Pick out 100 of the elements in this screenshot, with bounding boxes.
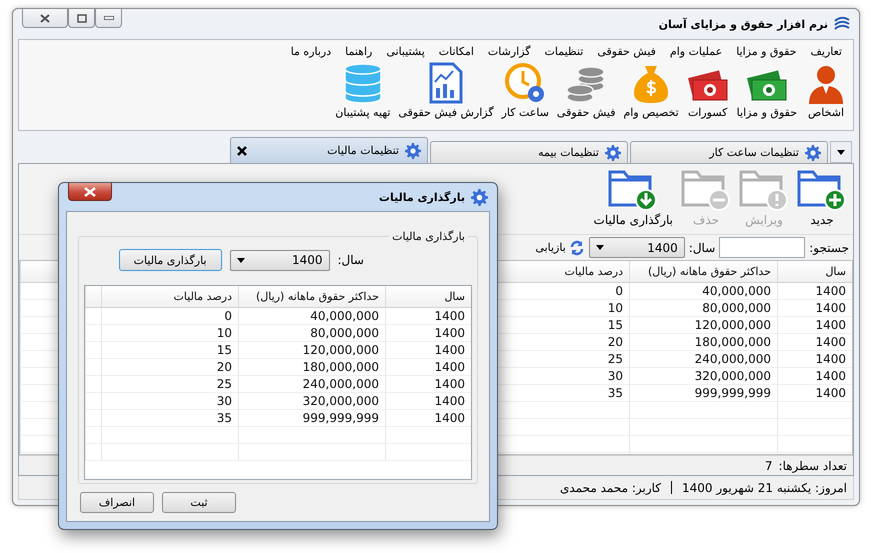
database-icon [342, 62, 384, 104]
search-field[interactable] [719, 237, 806, 258]
row-count-label: تعداد سطرها: [778, 458, 847, 472]
minimize-icon [104, 16, 114, 20]
table-cell: 1400 [777, 317, 852, 334]
table-cell: 1400 [777, 283, 852, 300]
toolbar-button[interactable]: کسورات [684, 62, 731, 119]
toolbar-button[interactable]: اشخاص [803, 62, 849, 119]
close-button[interactable] [68, 183, 112, 201]
dialog-button[interactable]: انصراف [80, 492, 154, 513]
tab[interactable]: تنظیمات مالیات [230, 137, 428, 163]
table-cell: 1400 [385, 359, 471, 376]
table-cell: 35 [101, 410, 238, 427]
menu-item[interactable]: حقوق و مزایا [729, 42, 804, 60]
table-cell: 320,000,000 [629, 368, 777, 385]
maximize-icon [76, 14, 86, 22]
table-cell: 15 [101, 342, 238, 359]
year-label: سال: [688, 240, 716, 254]
table-cell: 1400 [385, 342, 471, 359]
load-button[interactable]: بارگذاری مالیات [118, 249, 222, 271]
gear-icon [805, 144, 821, 160]
refresh-icon [568, 240, 585, 256]
row-count-value: 7 [764, 458, 773, 472]
close-icon [84, 186, 96, 196]
table-cell: 1400 [385, 376, 471, 393]
clock-icon [504, 62, 546, 104]
table-cell: 20 [101, 359, 238, 376]
table-cell: 25 [101, 376, 238, 393]
toolbar-button[interactable]: گزارش فیش حقوقی [396, 62, 496, 119]
menu-item[interactable]: عملیات وام [662, 42, 730, 60]
menu-item[interactable]: درباره ما [284, 42, 338, 60]
dialog-title: بارگذاری مالیات [378, 190, 465, 204]
column-header[interactable]: درصد مالیات [101, 286, 238, 308]
column-header [85, 286, 101, 308]
search-label: جستجو: [809, 240, 849, 254]
table-cell: 180,000,000 [629, 334, 777, 351]
column-header[interactable]: سال [385, 286, 471, 308]
caret-icon [837, 150, 845, 154]
toolbar-button[interactable]: فیش حقوقی [554, 62, 618, 119]
table-cell: 1400 [777, 334, 852, 351]
table-cell: 10 [101, 325, 238, 342]
refresh-button[interactable]: بازیابی [535, 240, 585, 256]
toolbar-button[interactable]: بارگذاری مالیات [592, 168, 675, 227]
tab[interactable]: تنظیمات ساعت کار [630, 141, 828, 163]
table-cell: 40,000,000 [629, 283, 777, 300]
table-cell: 1400 [385, 393, 471, 410]
status-date: امروز: یکشنبه 21 شهریور 1400 [682, 480, 847, 494]
table-cell: 120,000,000 [238, 342, 385, 359]
status-user: کاربر: محمد محمدی [560, 480, 661, 494]
table-cell: 999,999,999 [629, 385, 777, 402]
toolbar-button[interactable]: جدید [795, 168, 849, 227]
menu-item[interactable]: تعاریف [804, 42, 849, 60]
table-cell: 1400 [777, 351, 852, 368]
menu-item[interactable]: تنظیمات [538, 42, 590, 60]
table-cell: 1400 [777, 385, 852, 402]
column-header[interactable]: سال [777, 261, 852, 283]
group-title: بارگذاری مالیات [391, 230, 466, 243]
folder-download-icon [608, 168, 658, 212]
table-cell: 180,000,000 [238, 359, 385, 376]
toolbar-button[interactable]: تهیه پشتیبان [333, 62, 392, 119]
close-button[interactable] [22, 9, 68, 28]
toolbar-button[interactable]: ساعت کار [500, 62, 551, 119]
menu-item[interactable]: راهنما [338, 42, 380, 60]
table-cell: 0 [101, 308, 238, 325]
year-label: سال: [338, 253, 364, 267]
tab[interactable]: تنظیمات بیمه [430, 141, 628, 163]
close-icon [40, 14, 50, 22]
year-dropdown[interactable]: 1400 [230, 250, 330, 270]
table-cell: 80,000,000 [238, 325, 385, 342]
table-cell: 1400 [385, 308, 471, 325]
tab-list-button[interactable] [830, 141, 852, 163]
toolbar-button[interactable]: حقوق و مزایا [734, 62, 799, 119]
table-cell: 1400 [777, 300, 852, 317]
folder-alert-icon [739, 168, 789, 212]
menu-item[interactable]: گزارشات [480, 42, 538, 60]
folder-minus-icon [681, 168, 731, 212]
table-cell: 999,999,999 [238, 410, 385, 427]
menu-item[interactable]: فیش حقوقی [590, 42, 663, 60]
table-cell: 240,000,000 [629, 351, 777, 368]
maximize-button[interactable] [68, 9, 95, 28]
gear-icon [605, 144, 621, 160]
toolbar-button[interactable]: تخصیص وام [622, 62, 681, 119]
minimize-button[interactable] [95, 9, 122, 28]
gear-icon [405, 142, 421, 158]
gear-icon [471, 188, 488, 206]
column-header[interactable]: حداکثر حقوق ماهانه (ریال) [629, 261, 777, 283]
column-header[interactable]: حداکثر حقوق ماهانه (ریال) [238, 286, 385, 308]
menu-item[interactable]: امکانات [432, 42, 481, 60]
year-dropdown[interactable]: 1400 [588, 237, 685, 258]
window-title: نرم افزار حقوق و مزایای آسان [658, 18, 828, 30]
app-logo-icon [834, 16, 850, 32]
menu-item[interactable]: پشتیبانی [379, 42, 432, 60]
table-cell: 30 [101, 393, 238, 410]
dialog-button[interactable]: ثبت [162, 492, 236, 513]
table-cell: 320,000,000 [238, 393, 385, 410]
table-cell: 80,000,000 [629, 300, 777, 317]
table-cell: 1400 [385, 325, 471, 342]
folder-plus-icon [797, 168, 847, 212]
table-cell: 240,000,000 [238, 376, 385, 393]
close-icon[interactable] [237, 146, 247, 156]
